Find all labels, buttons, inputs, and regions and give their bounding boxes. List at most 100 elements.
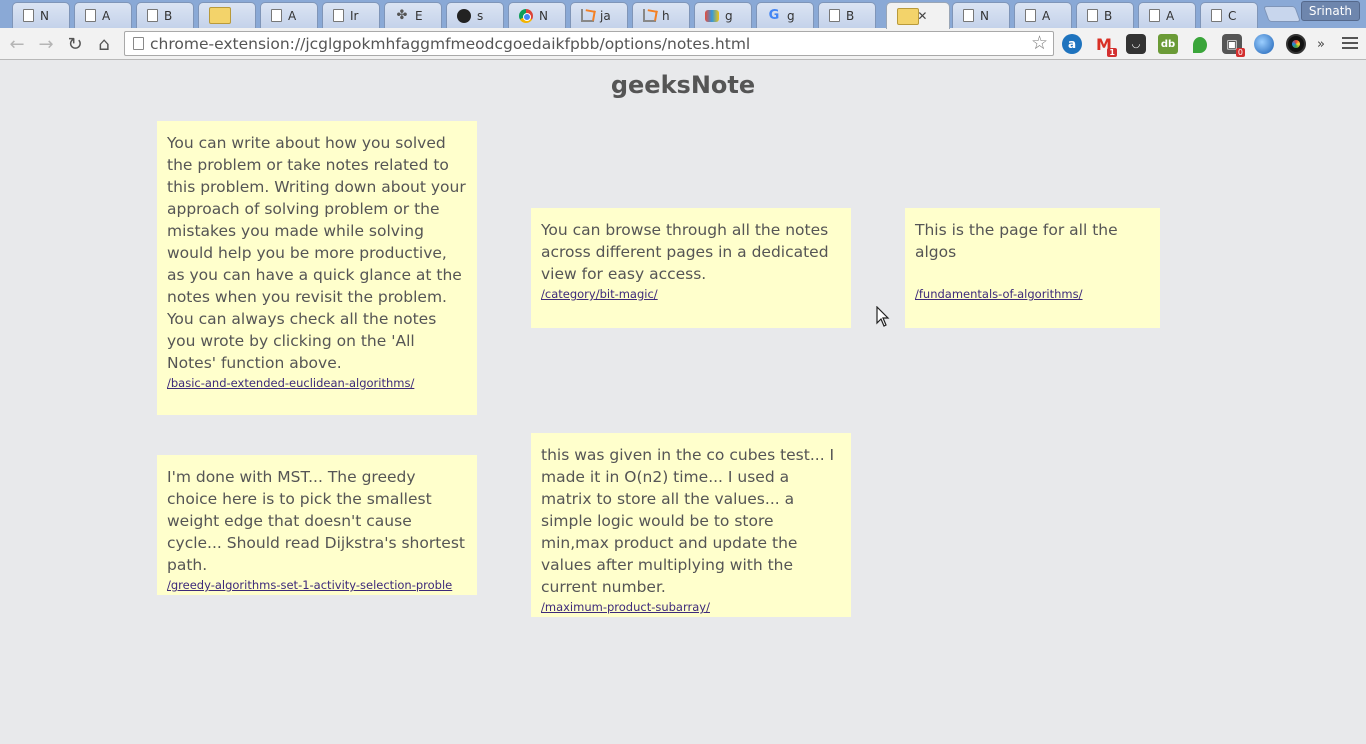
note-text: This is the page for all the algos [915,221,1118,261]
home-icon[interactable]: ⌂ [92,32,116,56]
extensions-overflow-icon[interactable]: » [1314,34,1328,54]
browser-tab[interactable]: g [694,2,752,28]
note-link[interactable]: /maximum-product-subarray/ [541,600,841,614]
gmail-icon[interactable]: M 1 [1094,34,1117,57]
tab-title: N [539,8,548,23]
tab-strip: N A B C A Ir ✤ E s N ja h g [0,0,1366,29]
doc-icon [1211,9,1222,22]
doc-icon [333,9,344,22]
doc-icon [1149,9,1160,22]
doc-icon [271,9,282,22]
tab-title: B [846,8,855,23]
browser-tab[interactable]: B [1076,2,1134,28]
doc-icon [829,9,840,22]
chrome-icon [519,8,533,23]
doc-icon [23,9,34,22]
tab-title: E [415,8,423,23]
puzzle-icon: ✤ [396,8,408,23]
note-icon [897,7,919,25]
browser-tab[interactable]: N [12,2,70,28]
note-card: You can write about how you solved the p… [157,121,477,415]
note-card: This is the page for all the algos /fund… [905,208,1160,328]
note-icon [209,7,231,24]
browser-tab[interactable]: C [1200,2,1258,28]
db-extension-icon[interactable]: db [1158,34,1178,54]
leaf-shape [1193,37,1207,53]
browser-tab[interactable]: s [446,2,504,28]
mouse-cursor-icon [876,306,890,327]
browser-tab[interactable]: A [1138,2,1196,28]
note-card: this was given in the co cubes test... I… [531,433,851,617]
tab-title: g [725,8,733,23]
tab-title: s [477,8,484,23]
tab-title: ja [600,8,611,23]
browser-tab[interactable]: A [1014,2,1072,28]
browser-tab[interactable]: A [74,2,132,28]
tab-title: A [102,8,111,23]
note-link[interactable]: /greedy-algorithms-set-1-activity-select… [167,578,467,592]
browser-tab[interactable]: N [508,2,566,28]
new-tab-button[interactable] [1263,6,1301,22]
browser-tab[interactable]: B [818,2,876,28]
tab-title: C [1228,8,1237,23]
tab-title: h [662,8,670,23]
doc-icon [963,9,974,22]
page-icon [133,37,144,50]
note-text: You can browse through all the notes acr… [541,221,829,283]
note-text: this was given in the co cubes test... I… [541,446,835,596]
bookmark-star-icon[interactable]: ☆ [1031,32,1048,54]
page-title: geeksNote [610,71,756,99]
note-text: You can write about how you solved the p… [167,134,466,372]
stackoverflow-icon [643,9,656,22]
browser-tab[interactable]: ja [570,2,628,28]
browser-tab[interactable]: h [632,2,690,28]
back-arrow-icon[interactable]: ← [5,32,29,56]
note-card: You can browse through all the notes acr… [531,208,851,328]
reload-icon[interactable]: ↻ [63,32,87,56]
tab-title: A [1042,8,1051,23]
tab-title: A [288,8,297,23]
browser-tab[interactable]: C [198,2,256,28]
browser-tab[interactable]: Ir [322,2,380,28]
tab-title: Ir [350,8,359,23]
tab-title: N [980,8,989,23]
hamburger-menu-icon[interactable] [1342,34,1358,52]
browser-tab[interactable]: ✤ E [384,2,442,28]
doc-icon [1087,9,1098,22]
google-icon: G [768,8,780,23]
note-text: I'm done with MST... The greedy choice h… [167,468,465,574]
bag-badge: 0 [1235,48,1245,57]
browser-toolbar: ← → ↻ ⌂ chrome-extension://jcglgpokmhfag… [0,28,1366,60]
tab-title: N [40,8,49,23]
note-card: I'm done with MST... The greedy choice h… [157,455,477,595]
address-bar[interactable]: chrome-extension://jcglgpokmhfaggmfmeodc… [124,31,1054,56]
note-link[interactable]: /basic-and-extended-euclidean-algorithms… [167,376,467,390]
doc-icon [1025,9,1036,22]
note-link[interactable]: /fundamentals-of-algorithms/ [915,287,1150,301]
doc-icon [85,9,96,22]
extension-a-icon[interactable]: a [1062,34,1082,54]
tab-title: A [1166,8,1175,23]
stackoverflow-icon [581,9,594,22]
profile-button[interactable]: Srinath [1300,1,1360,21]
browser-tab[interactable]: G g [756,2,814,28]
browser-tab[interactable]: N [952,2,1010,28]
color-wheel-icon[interactable] [1286,34,1306,54]
github-icon [457,8,471,23]
browser-tab-active[interactable]: C ✕ [886,2,950,29]
bag-extension-icon[interactable]: ▣ 0 [1222,34,1245,57]
doc-icon [147,9,158,22]
address-bar-url[interactable]: chrome-extension://jcglgpokmhfaggmfmeodc… [150,35,750,53]
note-link[interactable]: /category/bit-magic/ [541,287,841,301]
tab-title: B [164,8,173,23]
forward-arrow-icon[interactable]: → [34,32,58,56]
browser-tab[interactable]: A [260,2,318,28]
browser-tab[interactable]: B [136,2,194,28]
pocket-icon[interactable]: ◡ [1126,34,1146,54]
tab-title: g [787,8,795,23]
notes-page: geeksNote You can write about how you so… [0,61,1366,744]
tab-title: B [1104,8,1113,23]
globe-icon[interactable] [1254,34,1274,54]
gmail-badge: 1 [1107,48,1117,57]
evernote-leaf-icon[interactable] [1190,34,1210,54]
